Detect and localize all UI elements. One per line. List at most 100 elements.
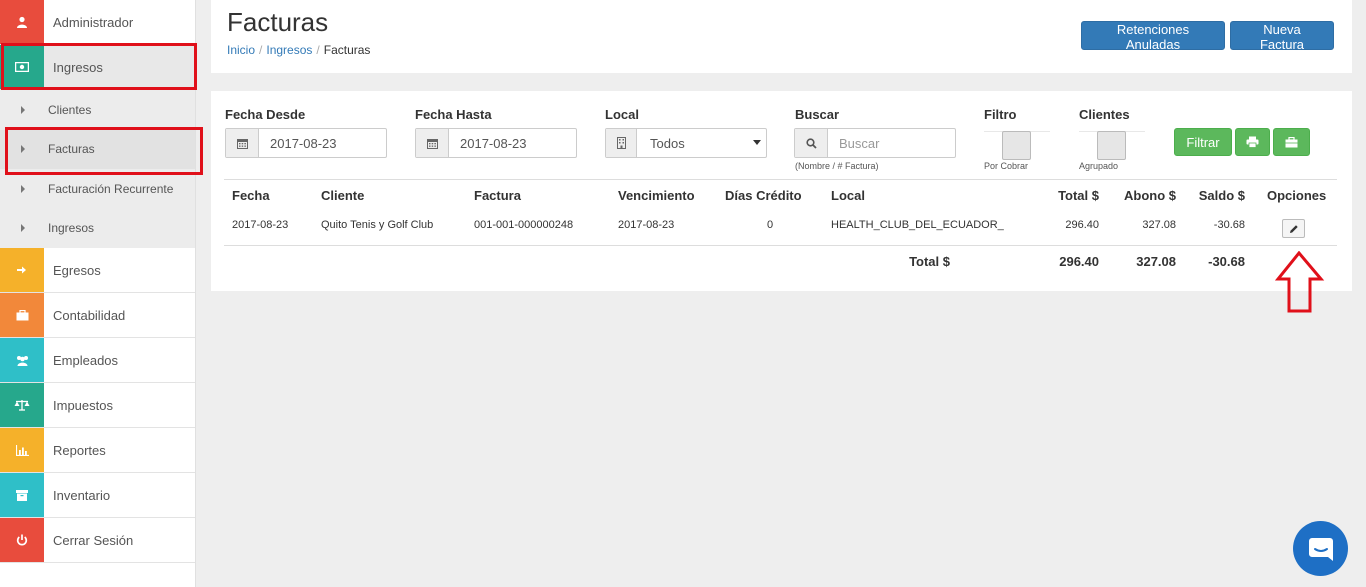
sidebar-item-cerrar-sesion[interactable]: Cerrar Sesión — [0, 518, 195, 563]
facturas-panel: Fecha Desde 2017-08-23 Fecha Hasta 2017-… — [211, 91, 1352, 291]
cell-factura: 001-001-000000248 — [474, 219, 574, 231]
divider — [224, 245, 1337, 246]
sidebar-item-label: Egresos — [53, 262, 101, 278]
calendar-icon — [226, 129, 259, 157]
clientes-hint: Agrupado — [1079, 161, 1119, 171]
filtro-toggle[interactable] — [1002, 131, 1031, 160]
nueva-factura-button[interactable]: Nueva Factura — [1230, 21, 1334, 52]
sidebar-subitem-label: Facturación Recurrente — [48, 181, 174, 196]
col-total: Total $ — [1058, 188, 1099, 203]
cell-total: 296.40 — [1065, 219, 1099, 231]
footer-total-label: Total $ — [909, 254, 950, 269]
sidebar-item-label: Reportes — [53, 442, 106, 458]
fecha-desde-value: 2017-08-23 — [270, 135, 337, 151]
cell-cliente: Quito Tenis y Golf Club — [321, 219, 434, 231]
sidebar-subitem-clientes[interactable]: Clientes — [0, 90, 195, 130]
local-select[interactable]: Todos — [605, 128, 767, 158]
caret-right-icon — [21, 184, 25, 193]
briefcase-button[interactable] — [1273, 128, 1310, 156]
buscar-label: Buscar — [795, 107, 840, 122]
breadcrumb-inicio[interactable]: Inicio — [227, 43, 255, 57]
local-label: Local — [605, 107, 639, 122]
page-header: Facturas Inicio / Ingresos / Facturas Retenc… — [211, 0, 1352, 73]
sidebar-item-label: Empleados — [53, 352, 119, 368]
print-icon — [1246, 136, 1259, 148]
filtro-hint: Por Cobrar — [984, 161, 1029, 171]
cell-dias-credito: 0 — [767, 219, 774, 231]
sidebar-item-administrador[interactable]: Administrador — [0, 0, 195, 45]
breadcrumb-ingresos[interactable]: Ingresos — [266, 43, 312, 57]
footer-abono: 327.08 — [1136, 254, 1176, 269]
local-value: Todos — [650, 135, 685, 151]
fecha-hasta-label: Fecha Hasta — [415, 107, 492, 122]
sidebar-subitem-ingresos[interactable]: Ingresos — [0, 208, 195, 248]
divider — [224, 179, 1337, 180]
footer-total: 296.40 — [1059, 254, 1099, 269]
archive-icon — [0, 473, 44, 517]
pencil-icon — [1289, 224, 1298, 233]
sidebar-item-label: Administrador — [53, 14, 134, 30]
cell-saldo: -30.68 — [1213, 219, 1245, 231]
filtrar-button[interactable]: Filtrar — [1174, 128, 1232, 156]
money-icon — [0, 45, 44, 89]
sidebar-item-impuestos[interactable]: Impuestos — [0, 383, 195, 428]
power-icon — [0, 518, 44, 562]
cell-local: HEALTH_CLUB_DEL_ECUADOR_ — [831, 219, 1004, 231]
page-title: Facturas — [227, 7, 329, 37]
sidebar-item-label: Ingresos — [53, 59, 103, 75]
print-button[interactable] — [1235, 128, 1270, 156]
col-abono: Abono $ — [1124, 188, 1176, 203]
balance-scale-icon — [0, 383, 44, 427]
filtro-label: Filtro — [984, 107, 1017, 122]
col-fecha: Fecha — [232, 188, 270, 203]
briefcase-icon — [1285, 136, 1298, 147]
col-vencimiento: Vencimiento — [618, 188, 695, 203]
cell-abono: 327.08 — [1142, 219, 1176, 231]
clientes-label: Clientes — [1079, 107, 1130, 122]
arrow-up-annotation-icon — [1275, 251, 1325, 313]
col-local: Local — [831, 188, 865, 203]
caret-right-icon — [21, 224, 25, 233]
calendar-icon — [416, 129, 449, 157]
fecha-hasta-value: 2017-08-23 — [460, 135, 527, 151]
sidebar-item-egresos[interactable]: Egresos — [0, 248, 195, 293]
edit-button[interactable] — [1282, 219, 1305, 238]
col-saldo: Saldo $ — [1198, 188, 1245, 203]
sidebar-subitem-facturacion-recurrente[interactable]: Facturación Recurrente — [0, 169, 195, 209]
footer-saldo: -30.68 — [1208, 254, 1245, 269]
retenciones-anuladas-button[interactable]: Retenciones Anuladas — [1081, 21, 1225, 52]
chat-launcher-button[interactable] — [1293, 521, 1348, 576]
sidebar-subitem-label: Ingresos — [48, 221, 95, 236]
fecha-desde-field[interactable]: 2017-08-23 — [225, 128, 387, 158]
buscar-input[interactable]: Buscar — [828, 129, 879, 157]
sidebar-subitem-facturas[interactable]: Facturas — [0, 129, 195, 169]
sidebar-subitem-label: Facturas — [48, 142, 95, 157]
sign-in-icon — [0, 248, 44, 292]
building-icon — [606, 129, 637, 157]
sidebar-item-empleados[interactable]: Empleados — [0, 338, 195, 383]
fecha-desde-label: Fecha Desde — [225, 107, 306, 122]
sidebar: Administrador Ingresos Clientes Facturas… — [0, 0, 196, 587]
sidebar-item-inventario[interactable]: Inventario — [0, 473, 195, 518]
breadcrumb-facturas: Facturas — [323, 43, 371, 57]
sidebar-item-ingresos[interactable]: Ingresos — [0, 45, 195, 90]
col-cliente: Cliente — [321, 188, 365, 203]
sidebar-item-label: Cerrar Sesión — [53, 532, 134, 548]
col-factura: Factura — [474, 188, 521, 203]
cell-vencimiento: 2017-08-23 — [618, 219, 675, 231]
chat-icon — [1308, 537, 1333, 561]
caret-right-icon — [21, 105, 25, 114]
sidebar-item-reportes[interactable]: Reportes — [0, 428, 195, 473]
sidebar-item-contabilidad[interactable]: Contabilidad — [0, 293, 195, 338]
search-icon — [795, 129, 828, 157]
chevron-down-icon — [753, 129, 766, 157]
clientes-toggle[interactable] — [1097, 131, 1126, 160]
sidebar-item-label: Contabilidad — [53, 307, 126, 323]
buscar-hint: (Nombre / # Factura) — [795, 161, 879, 171]
sidebar-item-label: Inventario — [53, 487, 111, 503]
buscar-field[interactable]: Buscar — [794, 128, 956, 158]
fecha-hasta-field[interactable]: 2017-08-23 — [415, 128, 577, 158]
briefcase-icon — [0, 293, 44, 337]
cell-fecha: 2017-08-23 — [232, 219, 289, 231]
sidebar-item-label: Impuestos — [53, 397, 113, 413]
